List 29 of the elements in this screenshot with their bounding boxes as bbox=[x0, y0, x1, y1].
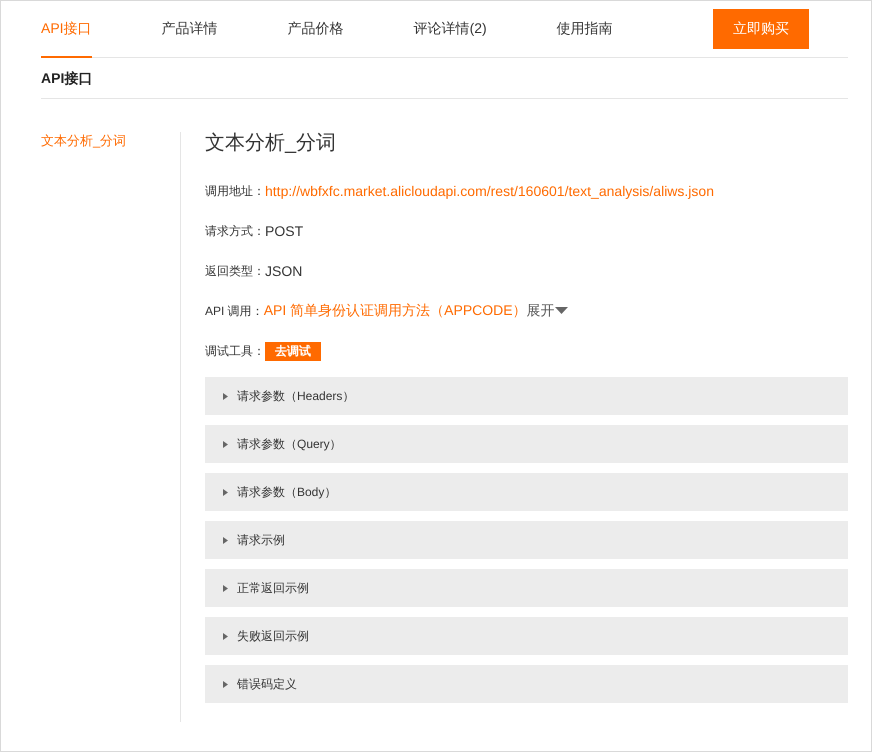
section-label: 正常返回示例 bbox=[237, 580, 309, 596]
accordion-section[interactable]: 错误码定义 bbox=[205, 665, 848, 703]
accordion-section[interactable]: 请求参数（Headers） bbox=[205, 377, 848, 415]
nav-tab[interactable]: 产品价格 bbox=[288, 2, 414, 58]
field-label: 返回类型： bbox=[205, 262, 265, 280]
section-label: 错误码定义 bbox=[237, 676, 297, 692]
api-title: 文本分析_分词 bbox=[205, 132, 338, 154]
nav-tab[interactable]: 使用指南 bbox=[556, 2, 683, 58]
nav-tab[interactable]: 产品详情 bbox=[162, 2, 288, 58]
field-value: JSON bbox=[265, 263, 302, 279]
caret-down-icon bbox=[554, 307, 568, 315]
field-label: 调用地址： bbox=[205, 182, 265, 200]
accordion-section[interactable]: 失败返回示例 bbox=[205, 617, 848, 655]
field-value: POST bbox=[265, 223, 304, 239]
section-label: 请求示例 bbox=[237, 532, 285, 548]
field-label: API 调用： bbox=[205, 302, 264, 320]
section-title: API接口 bbox=[41, 58, 848, 99]
section-label: 请求参数（Headers） bbox=[237, 388, 354, 404]
section-label: 失败返回示例 bbox=[237, 628, 309, 644]
section-label: 请求参数（Query） bbox=[237, 436, 342, 452]
accordion-section[interactable]: 请求参数（Query） bbox=[205, 425, 848, 463]
accordion-section[interactable]: 请求参数（Body） bbox=[205, 473, 848, 511]
expand-toggle[interactable]: 展开 bbox=[526, 302, 568, 320]
field-label: 请求方式： bbox=[205, 222, 265, 240]
accordion-section[interactable]: 正常返回示例 bbox=[205, 569, 848, 607]
section-label: 请求参数（Body） bbox=[237, 484, 336, 500]
accordion-section[interactable]: 请求示例 bbox=[205, 521, 848, 559]
nav-tab[interactable]: 评论详情(2) bbox=[414, 2, 557, 58]
field-label: 调试工具： bbox=[205, 342, 265, 360]
